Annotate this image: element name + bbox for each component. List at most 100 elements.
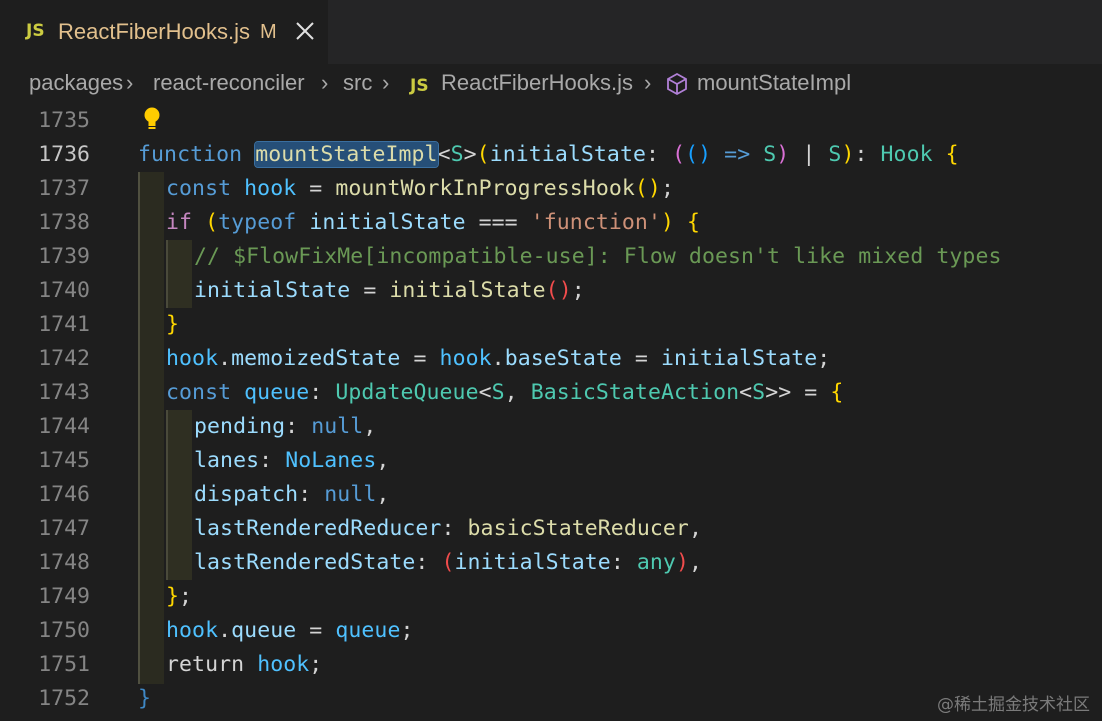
token: ) <box>660 210 675 235</box>
token: = <box>350 278 390 303</box>
line-number: 1747 <box>38 516 90 541</box>
token: < <box>437 142 451 167</box>
token: } <box>138 686 152 711</box>
token: function <box>138 142 243 167</box>
token: S <box>763 142 777 167</box>
token: lastRenderedReducer <box>194 516 442 541</box>
code-editor[interactable]: 1735 1736 1737 1738 1739 1740 1741 1742 … <box>0 104 1102 721</box>
token: > <box>463 142 477 167</box>
line-number: 1752 <box>38 686 90 711</box>
token: null <box>324 482 377 507</box>
token: : <box>259 448 286 473</box>
token: { <box>945 142 959 167</box>
token: hook <box>166 346 219 371</box>
token: UpdateQueue <box>335 380 479 405</box>
tab-bar: JS ReactFiberHooks.js M <box>0 0 1102 64</box>
token: = <box>621 346 661 371</box>
comment-token: // $FlowFixMe[incompatible-use]: Flow do… <box>194 244 1002 269</box>
chevron-right-icon: › <box>321 70 329 95</box>
token: ; <box>660 176 674 201</box>
token: , <box>363 414 377 439</box>
breadcrumb-item-packages[interactable]: packages <box>29 68 123 98</box>
line-number: 1735 <box>38 108 90 133</box>
line-number: 1738 <box>38 210 90 235</box>
breadcrumb-item-src[interactable]: src <box>343 68 372 98</box>
modified-indicator: M <box>260 21 277 43</box>
close-icon[interactable] <box>294 19 316 43</box>
token: ; <box>309 652 323 677</box>
code-line-1749: }; <box>166 580 192 614</box>
token: pending <box>194 414 286 439</box>
indent-guide <box>166 410 192 580</box>
code-line-1743: const queue: UpdateQueue<S, BasicStateAc… <box>166 376 843 410</box>
line-number: 1748 <box>38 550 90 575</box>
token: initialState <box>389 278 546 303</box>
token: = <box>791 380 831 405</box>
code-line-1744: pending: null, <box>194 410 376 444</box>
breadcrumb-item-file[interactable]: ReactFiberHooks.js <box>441 68 633 98</box>
line-number: 1749 <box>38 584 90 609</box>
token: < <box>478 380 492 405</box>
token: initialState <box>660 346 818 371</box>
code-line-1747: lastRenderedReducer: basicStateReducer, <box>194 512 702 546</box>
line-number: 1740 <box>38 278 90 303</box>
token: : <box>298 482 325 507</box>
line-number: 1746 <box>38 482 90 507</box>
token: const <box>166 176 232 201</box>
token: : <box>309 380 336 405</box>
token: : <box>610 550 637 575</box>
token: ; <box>571 278 585 303</box>
token: baseState <box>504 346 622 371</box>
token: memoizedState <box>231 346 401 371</box>
code-line-1737: const hook = mountWorkInProgressHook(); <box>166 172 674 206</box>
token: , <box>376 482 390 507</box>
breadcrumb-item-symbol[interactable]: mountStateImpl <box>697 68 851 98</box>
token: | <box>789 142 829 167</box>
token: => <box>711 142 764 167</box>
token: basicStateReducer <box>467 516 689 541</box>
editor-tab-reactfiberhooks[interactable]: JS ReactFiberHooks.js M <box>0 0 328 64</box>
line-number: 1742 <box>38 346 90 371</box>
token: hook <box>166 618 219 643</box>
token: return <box>166 652 245 677</box>
indent-guide <box>138 172 164 684</box>
token: ; <box>400 618 414 643</box>
token: } <box>166 312 180 337</box>
token: S <box>828 142 842 167</box>
token: initialState <box>309 210 466 235</box>
code-line-1748: lastRenderedState: (initialState: any), <box>194 546 702 580</box>
token: : <box>285 414 312 439</box>
javascript-file-icon: JS <box>26 21 45 41</box>
line-number: 1743 <box>38 380 90 405</box>
code-line-1741: } <box>166 308 179 342</box>
token: : <box>646 142 673 167</box>
token: hook <box>439 346 492 371</box>
token: () <box>634 176 661 201</box>
token: . <box>218 346 232 371</box>
token: ( <box>205 210 219 235</box>
line-number: 1737 <box>38 176 90 201</box>
token: , <box>376 448 390 473</box>
token: mountWorkInProgressHook <box>335 176 635 201</box>
token: . <box>491 346 505 371</box>
token: 'function' <box>530 210 661 235</box>
watermark: @稀土掘金技术社区 <box>937 695 1090 715</box>
token: S <box>450 142 464 167</box>
token: : <box>441 516 468 541</box>
token: ( <box>672 142 686 167</box>
token: , <box>688 550 703 575</box>
breadcrumb-item-react-reconciler[interactable]: react-reconciler <box>153 68 305 98</box>
token: ) <box>841 142 855 167</box>
token: BasicStateAction <box>530 380 740 405</box>
line-number: 1739 <box>38 244 90 269</box>
token: { <box>830 380 844 405</box>
token: initialState <box>489 142 646 167</box>
token: ( <box>476 142 490 167</box>
lightbulb-icon[interactable] <box>142 106 162 132</box>
